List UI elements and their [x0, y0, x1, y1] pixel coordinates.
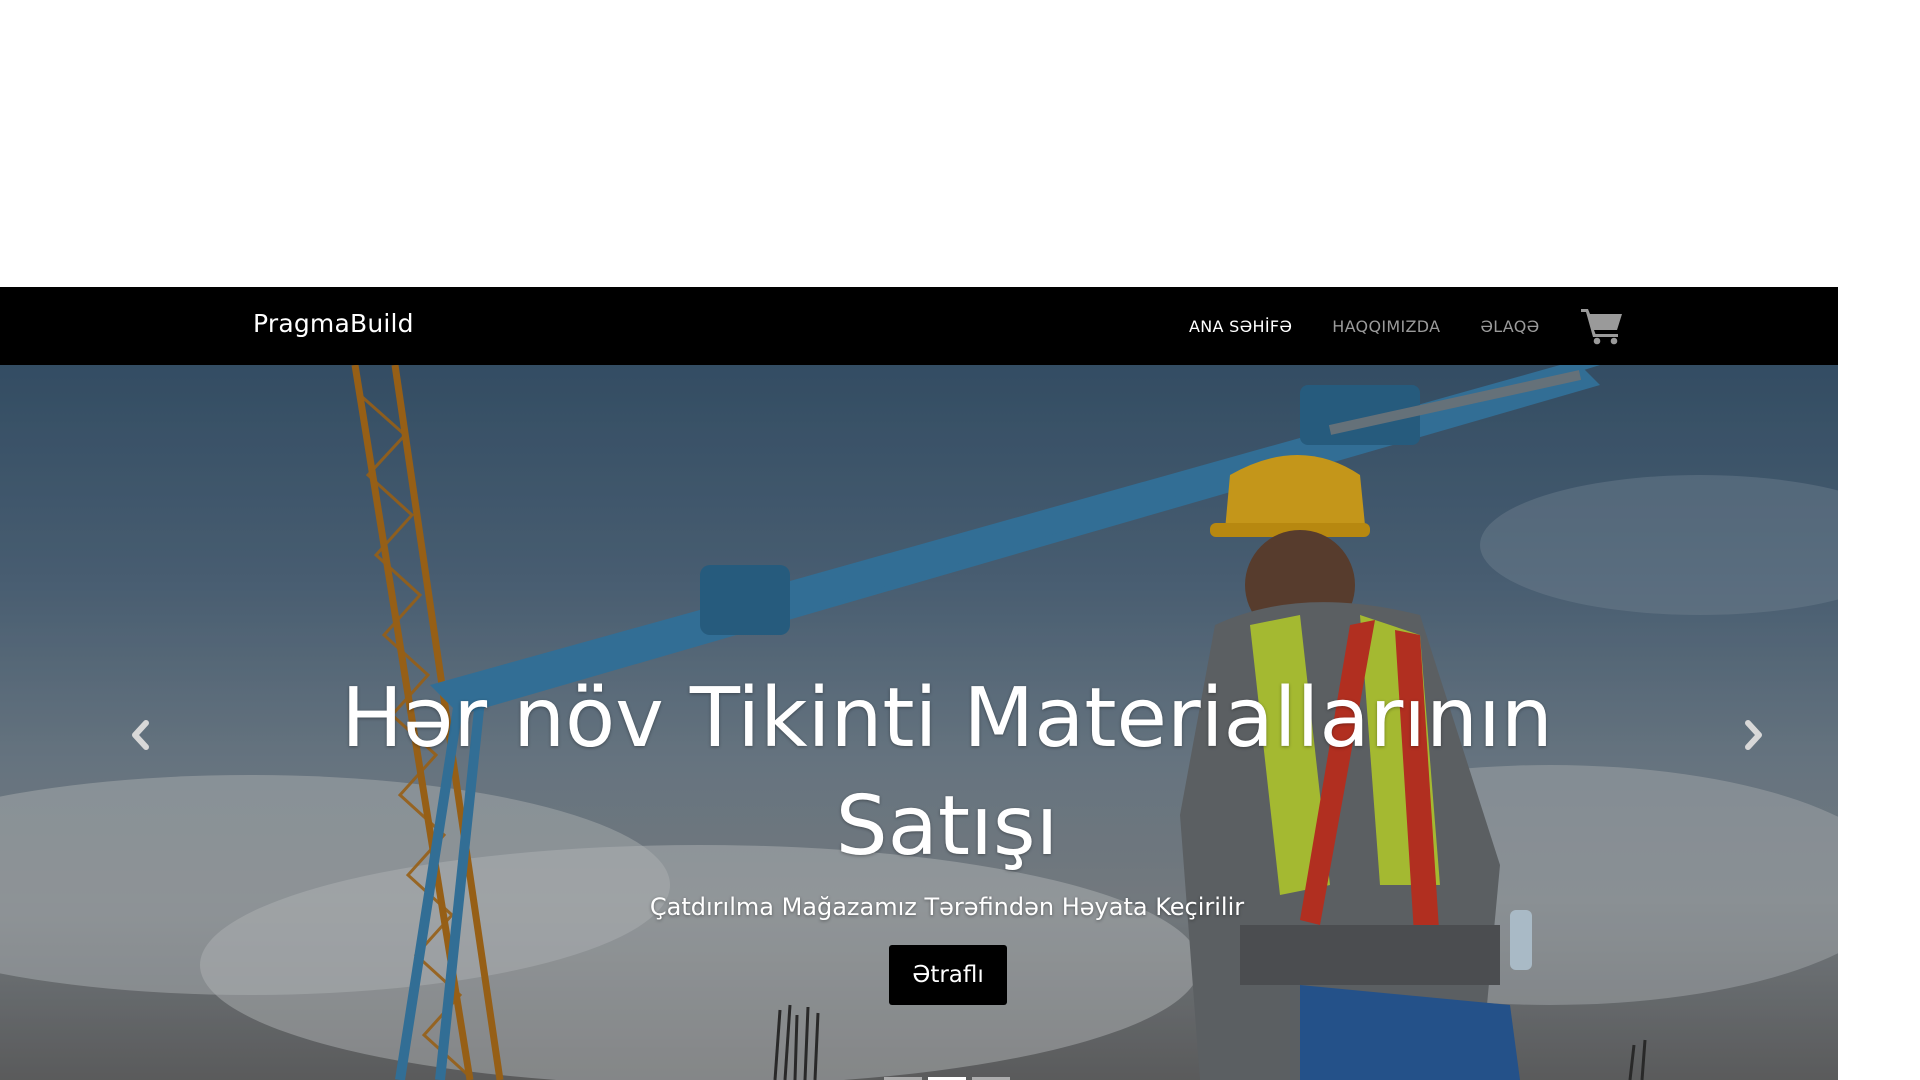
hero-title: Hər növ Tikinti Materiallarının Satışı [341, 671, 1553, 874]
brand-logo-link[interactable]: PragmaBuild [253, 309, 414, 338]
nav-links: ANA SƏHİFƏ HAQQIMIZDA ƏLAQƏ [1189, 311, 1580, 341]
navbar: PragmaBuild ANA SƏHİFƏ HAQQIMIZDA ƏLAQƏ [0, 287, 1838, 365]
hero-carousel: Hər növ Tikinti Materiallarının Satışı Ç… [0, 365, 1838, 1080]
shopping-cart-icon[interactable] [1580, 306, 1624, 346]
hero-subtitle: Çatdırılma Mağazamız Tərəfindən Həyata K… [649, 893, 1245, 921]
chevron-left-icon[interactable] [126, 717, 156, 753]
nav-link-contact[interactable]: ƏLAQƏ [1480, 317, 1539, 336]
chevron-right-icon[interactable] [1738, 717, 1768, 753]
top-blank-area [0, 0, 1920, 287]
nav-link-home[interactable]: ANA SƏHİFƏ [1189, 317, 1292, 336]
more-info-button[interactable]: Ətraflı [889, 945, 1007, 1005]
nav-link-about[interactable]: HAQQIMIZDA [1332, 317, 1440, 336]
